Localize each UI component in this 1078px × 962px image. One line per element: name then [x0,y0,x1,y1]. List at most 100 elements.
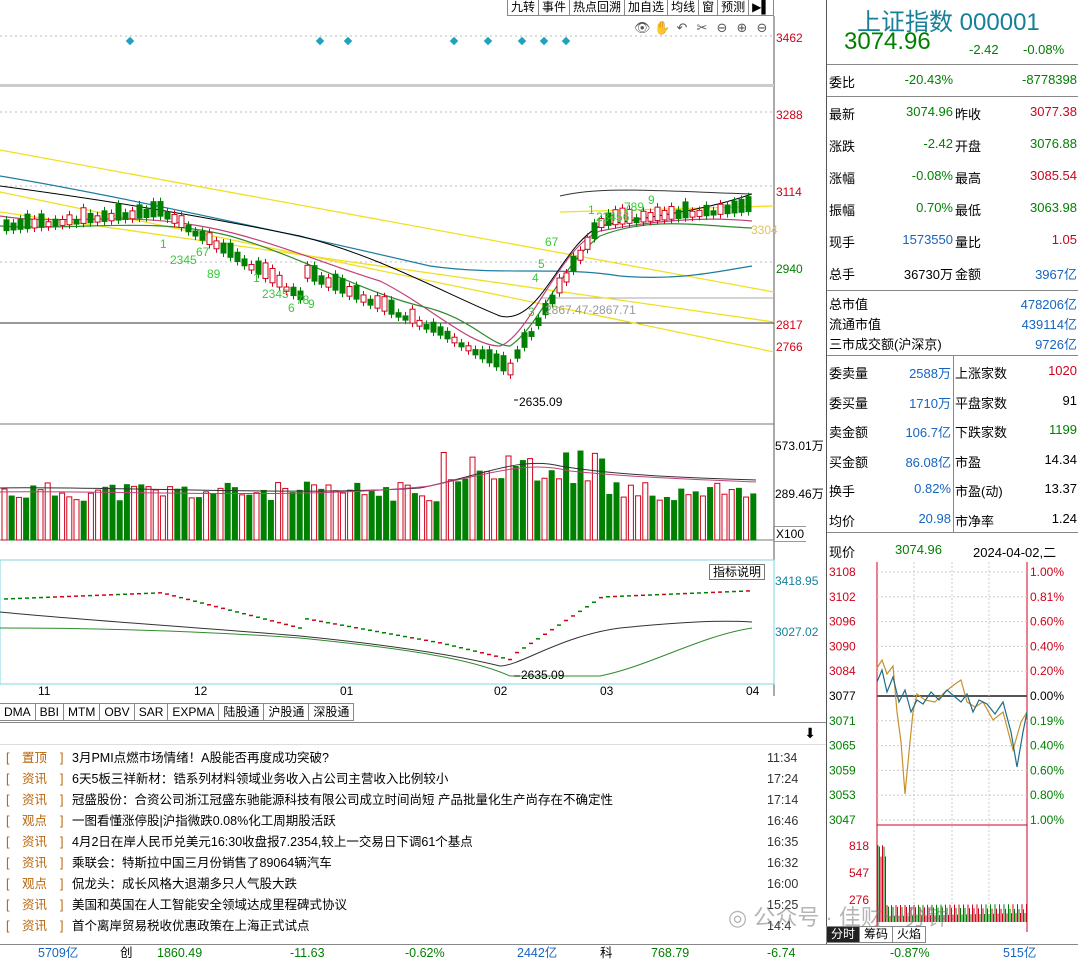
candle-body [437,326,444,336]
intraday-chart[interactable]: 3108 3102 3096 3090 3084 3077 3071 3065 3059 3053… [827,562,1078,932]
candle-body [87,212,94,224]
indicator-help-button[interactable]: 指标说明 [709,564,766,580]
intraday-price-tick: 3059 [829,763,856,777]
download-icon[interactable]: ⬇ [804,725,816,742]
volume-bar [721,493,728,541]
toolbar-jiuzhuan-button[interactable]: 九转 [507,0,540,16]
tab-expma[interactable]: EXPMA [167,703,220,721]
volume-bar [152,489,159,541]
tab-shengutong[interactable]: 深股通 [308,703,355,721]
market-value: 478206亿 [1020,297,1077,312]
index-change: -2.42 [969,42,999,57]
tab-sar[interactable]: SAR [133,703,169,721]
quote-label: 量比 [955,235,982,250]
ma-line [0,215,753,347]
date-tick: 03 [600,684,614,698]
news-title[interactable]: 乘联会：特斯拉中国三月份销售了89064辆汽车 [72,853,332,874]
candle-body [227,242,234,258]
index-pct: -0.08% [1023,42,1065,57]
intraday-pct-tick: 0.60% [1030,615,1064,629]
tab-dma[interactable]: DMA [0,703,36,721]
news-item[interactable]: [ 资讯 ] 4月2日在岸人民币兑美元16:30收盘报7.2354,较上一交易日… [0,832,826,853]
market-label: 总市值 [829,297,869,312]
candle-body [682,201,689,219]
volume-bar [577,450,584,541]
quote-value: -0.08% [911,168,953,183]
news-item[interactable]: [ 观点 ] 一图看懂涨停股|沪指微跌0.08%化工周期股活跃 16:46 [0,811,826,832]
news-title[interactable]: 6天5板三祥新材：锆系列材料领域业务收入占公司主营收入比例较小 [72,769,448,790]
tab-lugutong[interactable]: 陆股通 [218,703,265,721]
order-value: 1020 [1048,363,1077,378]
date-tick: 12 [194,684,208,698]
intraday-pct-tick: 1.00% [1030,813,1064,827]
tab-hugutong[interactable]: 沪股通 [263,703,310,721]
volume-bar [505,455,512,541]
candle-body [416,319,423,327]
order-label: 市盈(动) [955,484,1003,499]
volume-bar [80,500,87,541]
news-title[interactable]: 4月2日在岸人民币兑美元16:30收盘报7.2354,较上一交易日下调61个基点 [72,832,473,853]
news-item[interactable]: [ 资讯 ] 美国和英国在人工智能安全领域达成里程碑式协议 15:25 [0,895,826,916]
toolbar-forecast-button[interactable]: 预测 [717,0,750,16]
tab-obv[interactable]: OBV [99,703,135,721]
tab-bbi[interactable]: BBI [34,703,65,721]
news-title[interactable]: 侃龙头：成长风格大退潮多只人气股大跌 [72,874,297,895]
range-label: 2867.47-2867.71 [545,303,636,317]
news-item[interactable]: [ 资讯 ] 冠盛股份：合资公司浙江冠盛东驰能源科技有限公司成立时间尚短 产品批… [0,790,826,811]
kline-canvas[interactable]: 123456789 123456789456731 23456789 9 [0,16,828,696]
toolbar-ma-button[interactable]: 均线 [667,0,700,16]
volume-bar [527,458,534,541]
candle-body [633,217,640,224]
candle-body [486,349,493,364]
event-marker [539,36,549,46]
news-item[interactable]: [ 观点 ] 侃龙头：成长风格大退潮多只人气股大跌 16:00 [0,874,826,895]
seq-label: 789 [624,200,644,214]
order-label: 换手 [829,484,856,499]
toolbar-window-button[interactable]: 窗 [698,0,719,16]
news-item[interactable]: [ 资讯 ] 6天5板三祥新材：锆系列材料领域业务收入占公司主营收入比例较小 1… [0,769,826,790]
volume-bar [253,492,260,541]
volume-bar [109,484,116,541]
news-title[interactable]: 3月PMI点燃市场情绪！A股能否再度成功突破? [72,748,329,769]
news-item[interactable]: [ 置顶 ] 3月PMI点燃市场情绪！A股能否再度成功突破? 11:34 [0,748,826,769]
star-change: -6.74 [767,946,796,960]
intraday-price-tick: 3102 [829,590,856,604]
volume-bar [606,493,613,541]
chart-toolbar: 九转 事件 热点回溯 加自选 均线 窗 预测 ▶▌ [507,0,774,16]
intraday-price-tick: 3108 [829,565,856,579]
candle-body [241,258,248,267]
chinext-pct: -0.62% [405,946,445,960]
news-item[interactable]: [ 资讯 ] 首个离岸贸易税收优惠政策在上海正式试点 14:4 [0,916,826,937]
exit-arrow-icon[interactable]: ▶▌ [748,0,774,16]
toolbar-hot-replay-button[interactable]: 热点回溯 [569,0,626,16]
kline-chart[interactable]: 1 2345 67 89 1 2345 6 78 9 4 5 67 3 1 23456 789 9 3462 3… [0,16,828,696]
volume-bar [613,482,620,541]
volume-bar [534,480,541,541]
ma-line [0,223,753,347]
volume-bar [491,478,498,541]
candle-body [521,332,528,348]
toolbar-add-watch-button[interactable]: 加自选 [624,0,669,16]
volume-bar [87,492,94,541]
volume-bar [188,497,195,541]
volume-bar [145,486,152,541]
news-title[interactable]: 首个离岸贸易税收优惠政策在上海正式试点 [72,916,310,937]
order-label: 平盘家数 [955,395,1008,411]
news-item[interactable]: [ 资讯 ] 乘联会：特斯拉中国三月份销售了89064辆汽车 16:32 [0,853,826,874]
order-label: 上涨家数 [955,366,1008,381]
toolbar-events-button[interactable]: 事件 [538,0,571,16]
macd-line [0,627,753,677]
quote-label: 总手 [829,267,856,282]
weibi-label: 委比 [829,75,856,90]
candle-body [108,212,115,222]
seq-label: 89 [207,267,221,281]
tab-mtm[interactable]: MTM [63,703,101,721]
seq-label: 1 [160,237,167,251]
news-title[interactable]: 冠盛股份：合资公司浙江冠盛东驰能源科技有限公司成立时间尚短 产品批量化生产尚存在… [72,790,613,811]
news-title[interactable]: 一图看懂涨停股|沪指微跌0.08%化工周期股活跃 [72,811,336,832]
quote-value: 3076.88 [1030,136,1077,151]
seq-label: 1 [253,271,260,285]
candle-body [577,249,584,261]
bracket: ] [60,793,64,807]
news-title[interactable]: 美国和英国在人工智能安全领域达成里程碑式协议 [72,895,347,916]
